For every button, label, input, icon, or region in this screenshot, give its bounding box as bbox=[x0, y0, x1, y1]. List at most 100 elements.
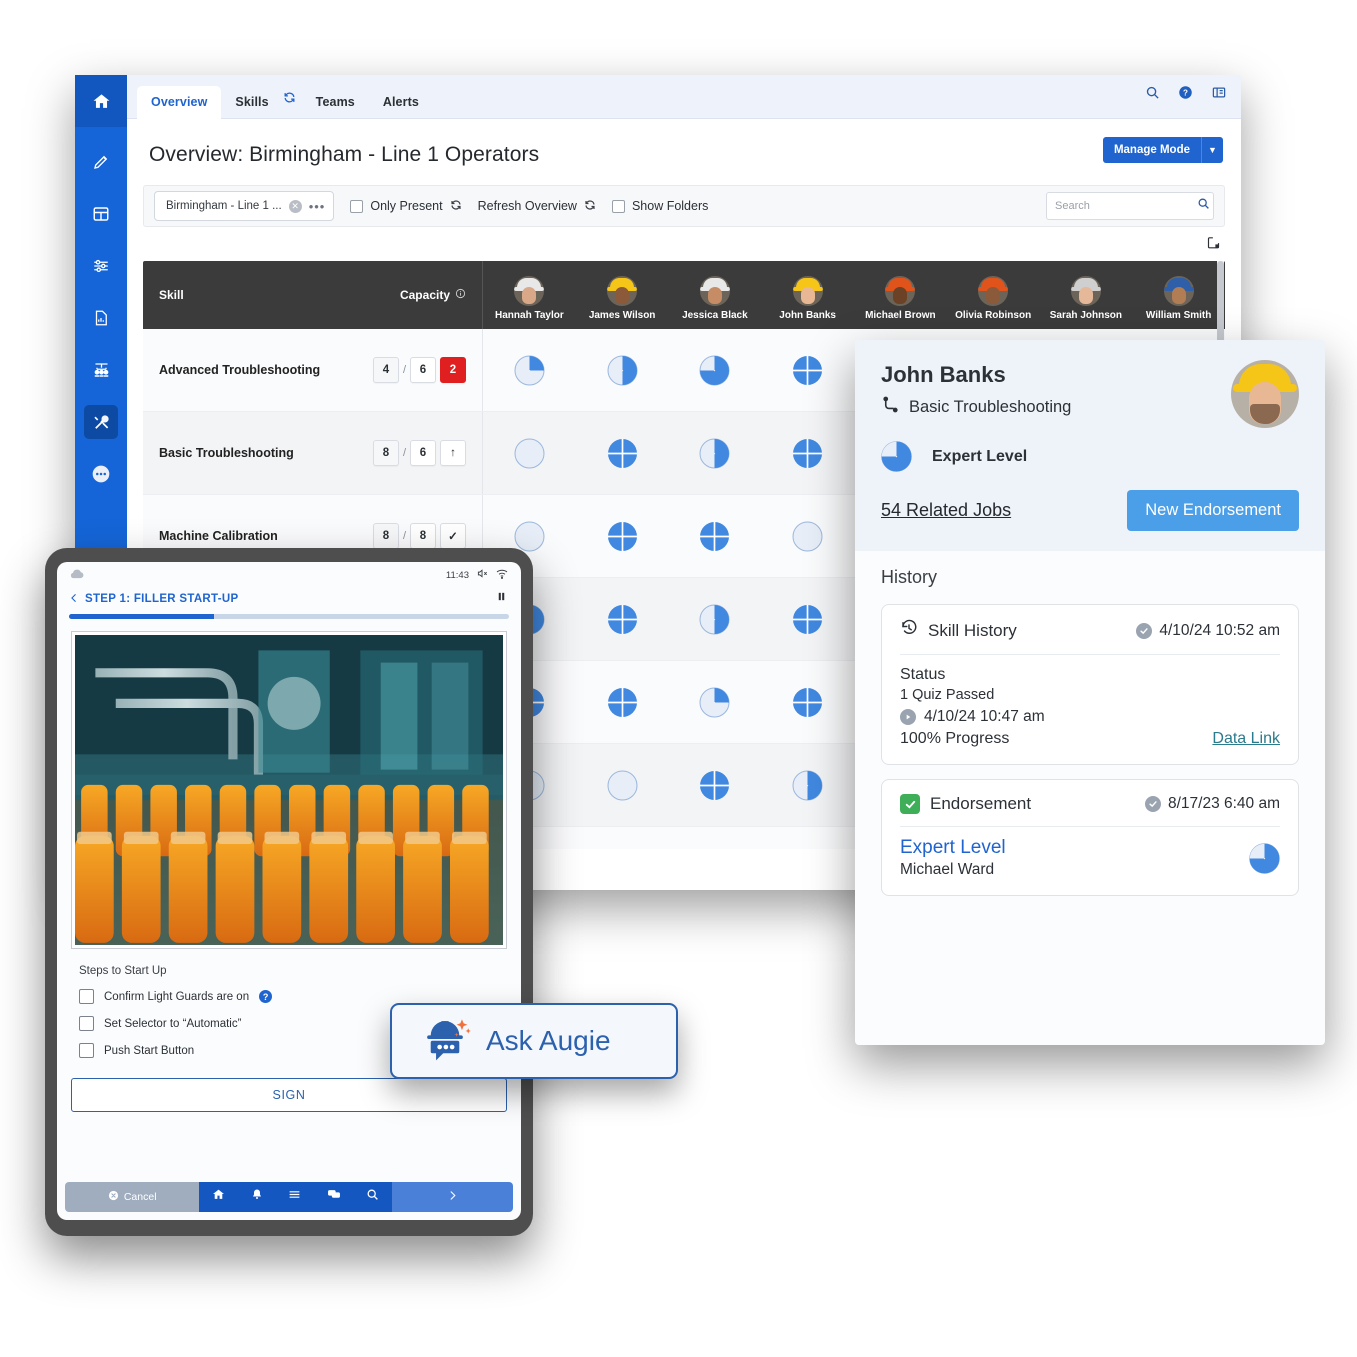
cancel-button[interactable]: Cancel bbox=[65, 1182, 200, 1212]
skill-level-cell[interactable] bbox=[669, 495, 762, 577]
manage-mode-button[interactable]: Manage Mode bbox=[1102, 137, 1201, 163]
menu-icon[interactable] bbox=[288, 1188, 301, 1206]
endorsement-level: Expert Level bbox=[900, 837, 1006, 858]
sidebar-item-home[interactable] bbox=[75, 75, 127, 127]
skill-level-cell[interactable] bbox=[669, 827, 762, 849]
capacity-separator: / bbox=[402, 447, 406, 459]
group-filter-label: Birmingham - Line 1 ... bbox=[166, 200, 282, 212]
skill-level-cell[interactable] bbox=[761, 495, 854, 577]
skill-level-cell[interactable] bbox=[669, 744, 762, 826]
sidebar-item-edit[interactable] bbox=[84, 145, 118, 179]
tab-overview[interactable]: Overview bbox=[137, 86, 222, 119]
skill-level-cell[interactable] bbox=[576, 329, 669, 411]
skill-level-cell[interactable] bbox=[761, 329, 854, 411]
sign-button[interactable]: SIGN bbox=[71, 1078, 507, 1112]
skill-level-cell[interactable] bbox=[576, 412, 669, 494]
skill-level-cell[interactable] bbox=[761, 412, 854, 494]
sidebar-item-reports[interactable] bbox=[84, 301, 118, 335]
person-column-header[interactable]: Sarah Johnson bbox=[1040, 261, 1133, 329]
info-icon[interactable] bbox=[455, 288, 466, 302]
checklist-checkbox[interactable] bbox=[79, 1043, 94, 1058]
skill-level-cell[interactable] bbox=[669, 578, 762, 660]
show-folders-filter[interactable]: Show Folders bbox=[611, 199, 708, 213]
sidebar-item-filters[interactable] bbox=[84, 249, 118, 283]
help-icon[interactable]: ? bbox=[259, 990, 273, 1003]
skill-history-card-header: Skill History 4/10/24 10:52 am bbox=[900, 619, 1280, 655]
refresh-overview-button[interactable]: Refresh Overview bbox=[478, 199, 596, 214]
tab-alerts[interactable]: Alerts bbox=[369, 86, 433, 119]
only-present-checkbox[interactable] bbox=[350, 199, 364, 213]
ask-augie-button[interactable]: Ask Augie bbox=[390, 1003, 678, 1079]
avatar-face bbox=[707, 286, 722, 304]
pause-button[interactable] bbox=[496, 590, 507, 608]
manage-mode-dropdown-button[interactable]: ▼ bbox=[1201, 137, 1223, 163]
skill-level-cell[interactable] bbox=[576, 827, 669, 849]
capacity-separator: / bbox=[402, 530, 406, 542]
export-icon[interactable] bbox=[1206, 235, 1221, 255]
capacity-status-badge[interactable]: ↑ bbox=[440, 440, 466, 466]
skill-level-cell[interactable] bbox=[576, 744, 669, 826]
next-step-button[interactable] bbox=[392, 1182, 513, 1212]
skill-level-cell[interactable] bbox=[669, 661, 762, 743]
export-row bbox=[127, 227, 1241, 255]
skill-level-cell[interactable] bbox=[761, 744, 854, 826]
sidebar-item-grid[interactable] bbox=[84, 197, 118, 231]
avatar bbox=[792, 275, 823, 306]
skill-level-cell[interactable] bbox=[576, 495, 669, 577]
search-box[interactable] bbox=[1046, 192, 1214, 220]
help-icon[interactable]: ? bbox=[1178, 85, 1193, 105]
search-icon[interactable] bbox=[1197, 197, 1210, 215]
capacity-status-badge[interactable]: 2 bbox=[440, 357, 466, 383]
search-icon[interactable] bbox=[1145, 85, 1160, 105]
history-section-title: History bbox=[855, 551, 1325, 598]
person-column-header[interactable]: Jessica Black bbox=[669, 261, 762, 329]
tablet-clock: 11:43 bbox=[445, 569, 469, 581]
checklist-label: Set Selector to “Automatic” bbox=[104, 1017, 242, 1030]
new-endorsement-button[interactable]: New Endorsement bbox=[1127, 490, 1299, 531]
checklist-checkbox[interactable] bbox=[79, 1016, 94, 1031]
capacity-required: 8 bbox=[410, 523, 436, 549]
person-column-header[interactable]: Michael Brown bbox=[854, 261, 947, 329]
skill-level-cell[interactable] bbox=[483, 329, 576, 411]
more-options-icon[interactable]: ••• bbox=[309, 200, 326, 213]
skill-level-cell[interactable] bbox=[669, 329, 762, 411]
skill-level-cell[interactable] bbox=[761, 827, 854, 849]
close-icon[interactable]: ✕ bbox=[288, 199, 302, 213]
tab-alerts-label: Alerts bbox=[382, 95, 419, 109]
panel-layout-icon[interactable] bbox=[1211, 85, 1227, 105]
bell-icon[interactable] bbox=[251, 1188, 263, 1206]
tab-teams[interactable]: Teams bbox=[302, 86, 369, 119]
sidebar-item-more[interactable] bbox=[84, 457, 118, 491]
avatar-face bbox=[1078, 286, 1093, 304]
home-icon[interactable] bbox=[212, 1188, 225, 1206]
person-column-header[interactable]: Olivia Robinson bbox=[947, 261, 1040, 329]
capacity-status-badge[interactable]: ✓ bbox=[440, 523, 466, 549]
tab-skills[interactable]: Skills bbox=[221, 86, 282, 119]
quiz-date: 4/10/24 10:47 am bbox=[924, 708, 1045, 725]
skill-level-cell[interactable] bbox=[761, 578, 854, 660]
skill-level-cell[interactable] bbox=[576, 661, 669, 743]
only-present-filter[interactable]: Only Present bbox=[350, 199, 461, 214]
search-input[interactable] bbox=[1055, 200, 1197, 212]
sidebar-item-tools[interactable] bbox=[84, 405, 118, 439]
skill-level-cell[interactable] bbox=[761, 661, 854, 743]
related-jobs-link[interactable]: 54 Related Jobs bbox=[881, 500, 1011, 521]
checklist-checkbox[interactable] bbox=[79, 989, 94, 1004]
skills-refresh-button[interactable] bbox=[283, 91, 302, 119]
skill-level-cell[interactable] bbox=[576, 578, 669, 660]
person-column-header[interactable]: William Smith bbox=[1132, 261, 1225, 329]
search-icon[interactable] bbox=[366, 1188, 379, 1206]
show-folders-checkbox[interactable] bbox=[611, 199, 625, 213]
sidebar-item-teams[interactable] bbox=[84, 353, 118, 387]
data-link[interactable]: Data Link bbox=[1212, 730, 1280, 748]
person-column-header[interactable]: John Banks bbox=[761, 261, 854, 329]
skill-level-cell[interactable] bbox=[669, 412, 762, 494]
chevron-left-icon[interactable] bbox=[69, 592, 79, 607]
skill-level-cell[interactable] bbox=[483, 412, 576, 494]
chat-icon[interactable] bbox=[327, 1188, 341, 1206]
endorsement-date: 8/17/23 6:40 am bbox=[1167, 795, 1280, 812]
person-column-header[interactable]: Hannah Taylor bbox=[483, 261, 576, 329]
step-title-group[interactable]: STEP 1: FILLER START-UP bbox=[69, 592, 238, 607]
person-column-header[interactable]: James Wilson bbox=[576, 261, 669, 329]
group-filter-chip[interactable]: Birmingham - Line 1 ... ✕ ••• bbox=[154, 191, 335, 221]
